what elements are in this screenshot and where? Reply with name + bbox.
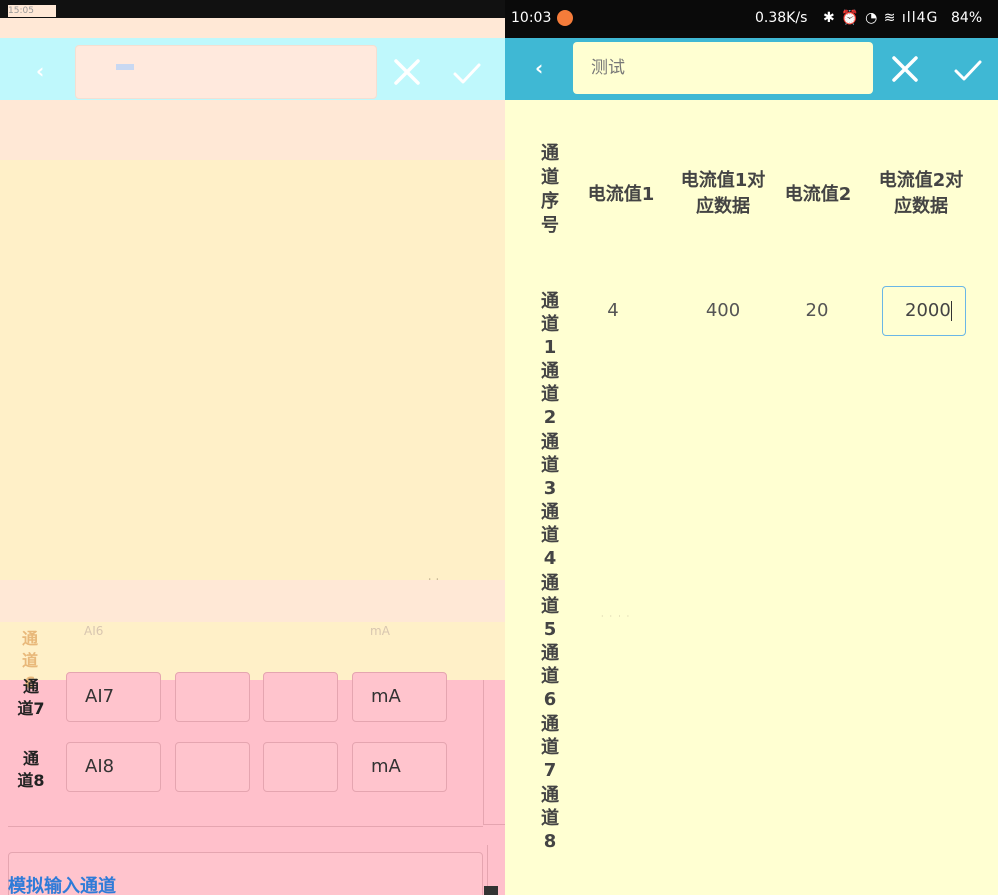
record-indicator-icon — [557, 10, 573, 26]
header-data-2: 电流值2对应数据 — [878, 170, 964, 217]
check-icon — [954, 60, 982, 81]
channel-8-label: 通道8 — [17, 749, 45, 790]
title-input[interactable] — [75, 45, 377, 99]
channel-6-label: 通道6 — [541, 643, 559, 710]
channel-2-label: 通道2 — [541, 361, 559, 428]
overlay-dialog — [0, 160, 505, 580]
status-time: 10:03 — [511, 10, 552, 26]
text-caret — [950, 301, 953, 321]
status-time: 15:05 — [8, 5, 56, 17]
chevron-left-icon: ‹ — [36, 59, 45, 83]
signal-icons: ✱ ⏰ ◔ ≋ ıll4G — [823, 10, 939, 26]
channel-1-label: 通道1 — [541, 291, 559, 358]
channel-8-field-2[interactable] — [175, 742, 250, 792]
placeholder-dots: ···· — [601, 612, 636, 621]
channel-8-ai-field[interactable]: AI8 — [66, 742, 161, 792]
channel-8-label: 通道8 — [541, 785, 559, 852]
channel-6-unit: mA — [370, 624, 390, 638]
close-icon — [892, 56, 918, 82]
channel-7-field-3[interactable] — [263, 672, 338, 722]
channel-1-data-2-input[interactable]: 2000 — [882, 286, 966, 336]
left-screen: 15:05 ‹ ⁘⁘ 通道6 AI6 mA 通道7 AI7 mA 通道8 AI8… — [0, 0, 505, 895]
back-button[interactable]: ‹ — [535, 56, 543, 80]
net-speed: 0.38K/s — [755, 10, 808, 26]
channel-1-data-1[interactable]: 400 — [680, 300, 766, 321]
channel-7-label: 通道7 — [541, 714, 559, 781]
section-title: 模拟输入通道 — [8, 876, 116, 895]
back-button[interactable]: ‹ — [36, 60, 52, 82]
channel-8-field-3[interactable] — [263, 742, 338, 792]
title-input[interactable]: 测试 — [573, 42, 873, 94]
chevron-left-icon: ‹ — [535, 56, 544, 80]
channel-7-field-2[interactable] — [175, 672, 250, 722]
cancel-button[interactable] — [888, 52, 922, 86]
channel-7-ai-field[interactable]: AI7 — [66, 672, 161, 722]
check-icon — [453, 63, 481, 84]
cancel-button[interactable] — [390, 55, 424, 89]
status-bar: 10:03 0.38K/s ✱ ⏰ ◔ ≋ ıll4G 84% — [505, 0, 998, 38]
header-current-2: 电流值2 — [784, 184, 852, 205]
confirm-button[interactable] — [450, 57, 484, 91]
channel-7-label: 通道7 — [17, 677, 45, 718]
grid-divider — [483, 680, 505, 825]
header-current-1: 电流值1 — [587, 184, 655, 205]
battery-level: 84% — [951, 10, 983, 26]
right-screen: 10:03 0.38K/s ✱ ⏰ ◔ ≋ ıll4G 84% ‹ 测试 通道序… — [505, 0, 998, 895]
channel-3-label: 通道3 — [541, 432, 559, 499]
status-strip — [0, 18, 505, 38]
channel-6-ai: AI6 — [84, 624, 104, 638]
channel-1-current-1[interactable]: 4 — [583, 300, 643, 321]
channel-5-label: 通道5 — [541, 573, 559, 640]
channel-7-unit-field[interactable]: mA — [352, 672, 447, 722]
confirm-button[interactable] — [951, 54, 985, 88]
channel-1-data-2-value: 2000 — [905, 300, 951, 321]
input-text-fragment — [116, 64, 134, 70]
scroll-artifact — [484, 886, 498, 895]
channel-4-label: 通道4 — [541, 502, 559, 569]
header-channel-index: 通道序号 — [541, 143, 559, 236]
overlay-band — [0, 100, 505, 160]
close-icon — [394, 59, 420, 85]
header-data-1: 电流值1对应数据 — [680, 170, 766, 217]
channel-1-current-2[interactable]: 20 — [787, 300, 847, 321]
overlay-band-2 — [0, 580, 505, 622]
channel-8-unit-field[interactable]: mA — [352, 742, 447, 792]
card-bottom-border — [8, 826, 483, 827]
